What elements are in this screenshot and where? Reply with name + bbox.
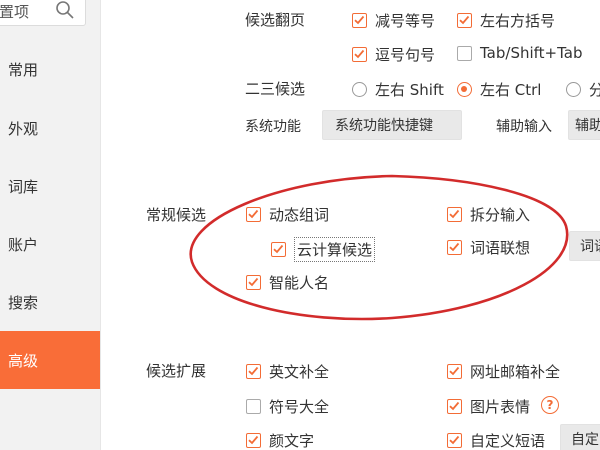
checkbox-label: 图片表情 [470, 398, 531, 416]
help-icon[interactable]: ? [541, 396, 559, 414]
checkbox-image-emoji[interactable]: 图片表情 [447, 396, 530, 417]
checkbox-symbol-collection[interactable]: 符号大全 [246, 396, 329, 417]
checkbox-url-email-complete[interactable]: 网址邮箱补全 [447, 361, 560, 382]
button-label: 自定 [571, 432, 599, 448]
checkbox-label: 英文补全 [269, 363, 330, 381]
checkbox-custom-phrase[interactable]: 自定义短语 [447, 430, 545, 450]
checkbox-label: 颜文字 [269, 432, 315, 450]
checkbox-english-complete[interactable]: 英文补全 [246, 361, 329, 382]
checkbox-kaomoji[interactable]: 颜文字 [246, 430, 314, 450]
custom-phrase-button[interactable]: 自定 [560, 424, 600, 450]
candidate-extension-label: 候选扩展 [146, 362, 207, 380]
checkbox-label: 自定义短语 [470, 432, 546, 450]
checkbox-checked-icon [246, 433, 261, 448]
checkbox-unchecked-icon [246, 399, 261, 414]
checkbox-checked-icon [447, 399, 462, 414]
annotation-ellipse [189, 174, 569, 321]
checkbox-checked-icon [447, 364, 462, 379]
checkbox-checked-icon [447, 433, 462, 448]
checkbox-label: 网址邮箱补全 [470, 363, 561, 381]
checkbox-label: 符号大全 [269, 398, 330, 416]
checkbox-checked-icon [246, 364, 261, 379]
